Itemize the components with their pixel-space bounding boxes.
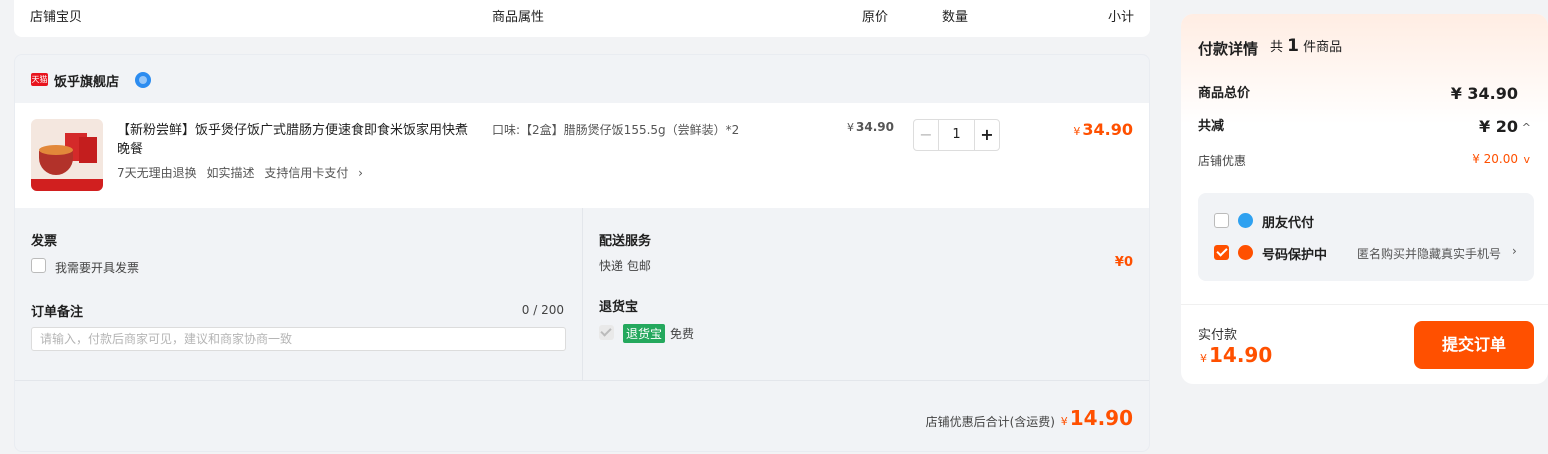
col-shop-item: 店铺宝贝 (30, 10, 83, 25)
item-count: 共 1 件商品 (1270, 36, 1343, 56)
item-subtotal: ¥34.90 (1073, 120, 1133, 139)
return-insurance-checkbox (599, 325, 614, 340)
shop-discount-value[interactable]: ¥ 20.00 (1472, 152, 1518, 166)
return-insurance-title: 退货宝 (599, 300, 639, 315)
delivery-panel: 配送服务 快递 包邮 ¥0 退货宝 退货宝 免费 (583, 208, 1149, 380)
service-tags[interactable]: 7天无理由退换 如实描述 支持信用卡支付 › (117, 164, 369, 181)
invoice-option-label[interactable]: 我需要开具发票 (55, 259, 139, 276)
shop-discount-label: 店铺优惠 (1198, 154, 1247, 168)
actual-payment-label: 实付款 (1198, 328, 1238, 343)
submit-order-button[interactable]: 提交订单 (1414, 321, 1534, 369)
discount-value[interactable]: ¥ 20 (1479, 117, 1518, 136)
remark-input[interactable] (31, 327, 566, 351)
divider (1181, 304, 1548, 305)
friend-pay-checkbox[interactable] (1214, 213, 1229, 228)
order-total-row: 店铺优惠后合计(含运费) ¥14.90 (15, 380, 1149, 451)
quantity-stepper: − 1 + (913, 119, 1000, 151)
payment-details-card: 付款详情 共 1 件商品 商品总价 ¥ 34.90 共减 ¥ 20 ^ 店铺优惠… (1181, 14, 1548, 384)
delivery-title: 配送服务 (599, 234, 652, 249)
product-attribute: 口味:【2盒】腊肠煲仔饭155.5g（尝鲜装）*2 (492, 123, 740, 137)
tag-return: 7天无理由退换 (117, 166, 197, 180)
shop-name[interactable]: 饭乎旗舰店 (54, 71, 119, 90)
extra-services-box: 朋友代付 号码保护中 匿名购买并隐藏真实手机号 › (1198, 193, 1534, 281)
product-title[interactable]: 【新粉尝鲜】饭乎煲仔饭广式腊肠方便速食即食米饭家用快煮晚餐 (117, 121, 477, 159)
invoice-remark-panel: 发票 我需要开具发票 订单备注 0 / 200 (15, 208, 583, 380)
payment-title: 付款详情 (1198, 40, 1259, 58)
col-attributes: 商品属性 (492, 10, 545, 25)
minus-button[interactable]: − (914, 120, 939, 150)
friend-pay-icon (1238, 213, 1253, 228)
product-original-price: ¥34.90 (847, 120, 894, 134)
tag-as-described: 如实描述 (206, 166, 255, 180)
chevron-right-icon: › (358, 166, 363, 180)
total-price-label: 商品总价 (1198, 86, 1251, 101)
invoice-checkbox[interactable] (31, 258, 46, 273)
quantity-value[interactable]: 1 (939, 120, 974, 150)
total-price-value: ¥ 34.90 (1450, 84, 1518, 103)
number-protect-label[interactable]: 号码保护中 (1262, 244, 1327, 263)
col-quantity: 数量 (942, 10, 969, 25)
order-total-label: 店铺优惠后合计(含运费) (925, 415, 1055, 429)
tmall-icon: 天猫 (31, 73, 48, 86)
order-total-value: ¥14.90 (1060, 406, 1133, 430)
return-insurance-status: 免费 (670, 327, 695, 341)
plus-button[interactable]: + (974, 120, 999, 150)
return-insurance-badge: 退货宝 (623, 324, 666, 343)
discount-label: 共减 (1198, 119, 1225, 134)
chevron-down-icon[interactable]: v (1523, 153, 1530, 166)
friend-pay-label[interactable]: 朋友代付 (1262, 212, 1314, 231)
actual-payment-value: ¥14.90 (1200, 343, 1273, 367)
order-card: 天猫 饭乎旗舰店 【新粉尝鲜】饭乎煲仔饭广式腊肠方便速食即食米饭家用快煮晚餐 7… (14, 54, 1150, 452)
shop-level-icon (135, 72, 151, 88)
shield-icon (1238, 245, 1253, 260)
remark-counter: 0 / 200 (521, 303, 564, 317)
chevron-up-icon[interactable]: ^ (1522, 121, 1531, 134)
number-protect-checkbox[interactable] (1214, 245, 1229, 260)
col-subtotal: 小计 (1107, 10, 1134, 25)
col-original-price: 原价 (862, 10, 889, 25)
invoice-title: 发票 (31, 234, 58, 249)
tag-credit-card: 支持信用卡支付 (264, 166, 349, 180)
cart-item: 【新粉尝鲜】饭乎煲仔饭广式腊肠方便速食即食米饭家用快煮晚餐 7天无理由退换 如实… (15, 103, 1149, 208)
product-thumbnail[interactable] (31, 119, 103, 191)
delivery-fee: ¥0 (1114, 255, 1133, 270)
number-protect-description[interactable]: 匿名购买并隐藏真实手机号 (1357, 245, 1501, 262)
remark-title: 订单备注 (31, 305, 84, 320)
column-header: 店铺宝贝 商品属性 原价 数量 小计 (14, 0, 1150, 37)
shop-row: 天猫 饭乎旗舰店 (15, 55, 1149, 103)
chevron-right-icon[interactable]: › (1512, 244, 1517, 258)
delivery-method: 快递 包邮 (599, 259, 651, 273)
